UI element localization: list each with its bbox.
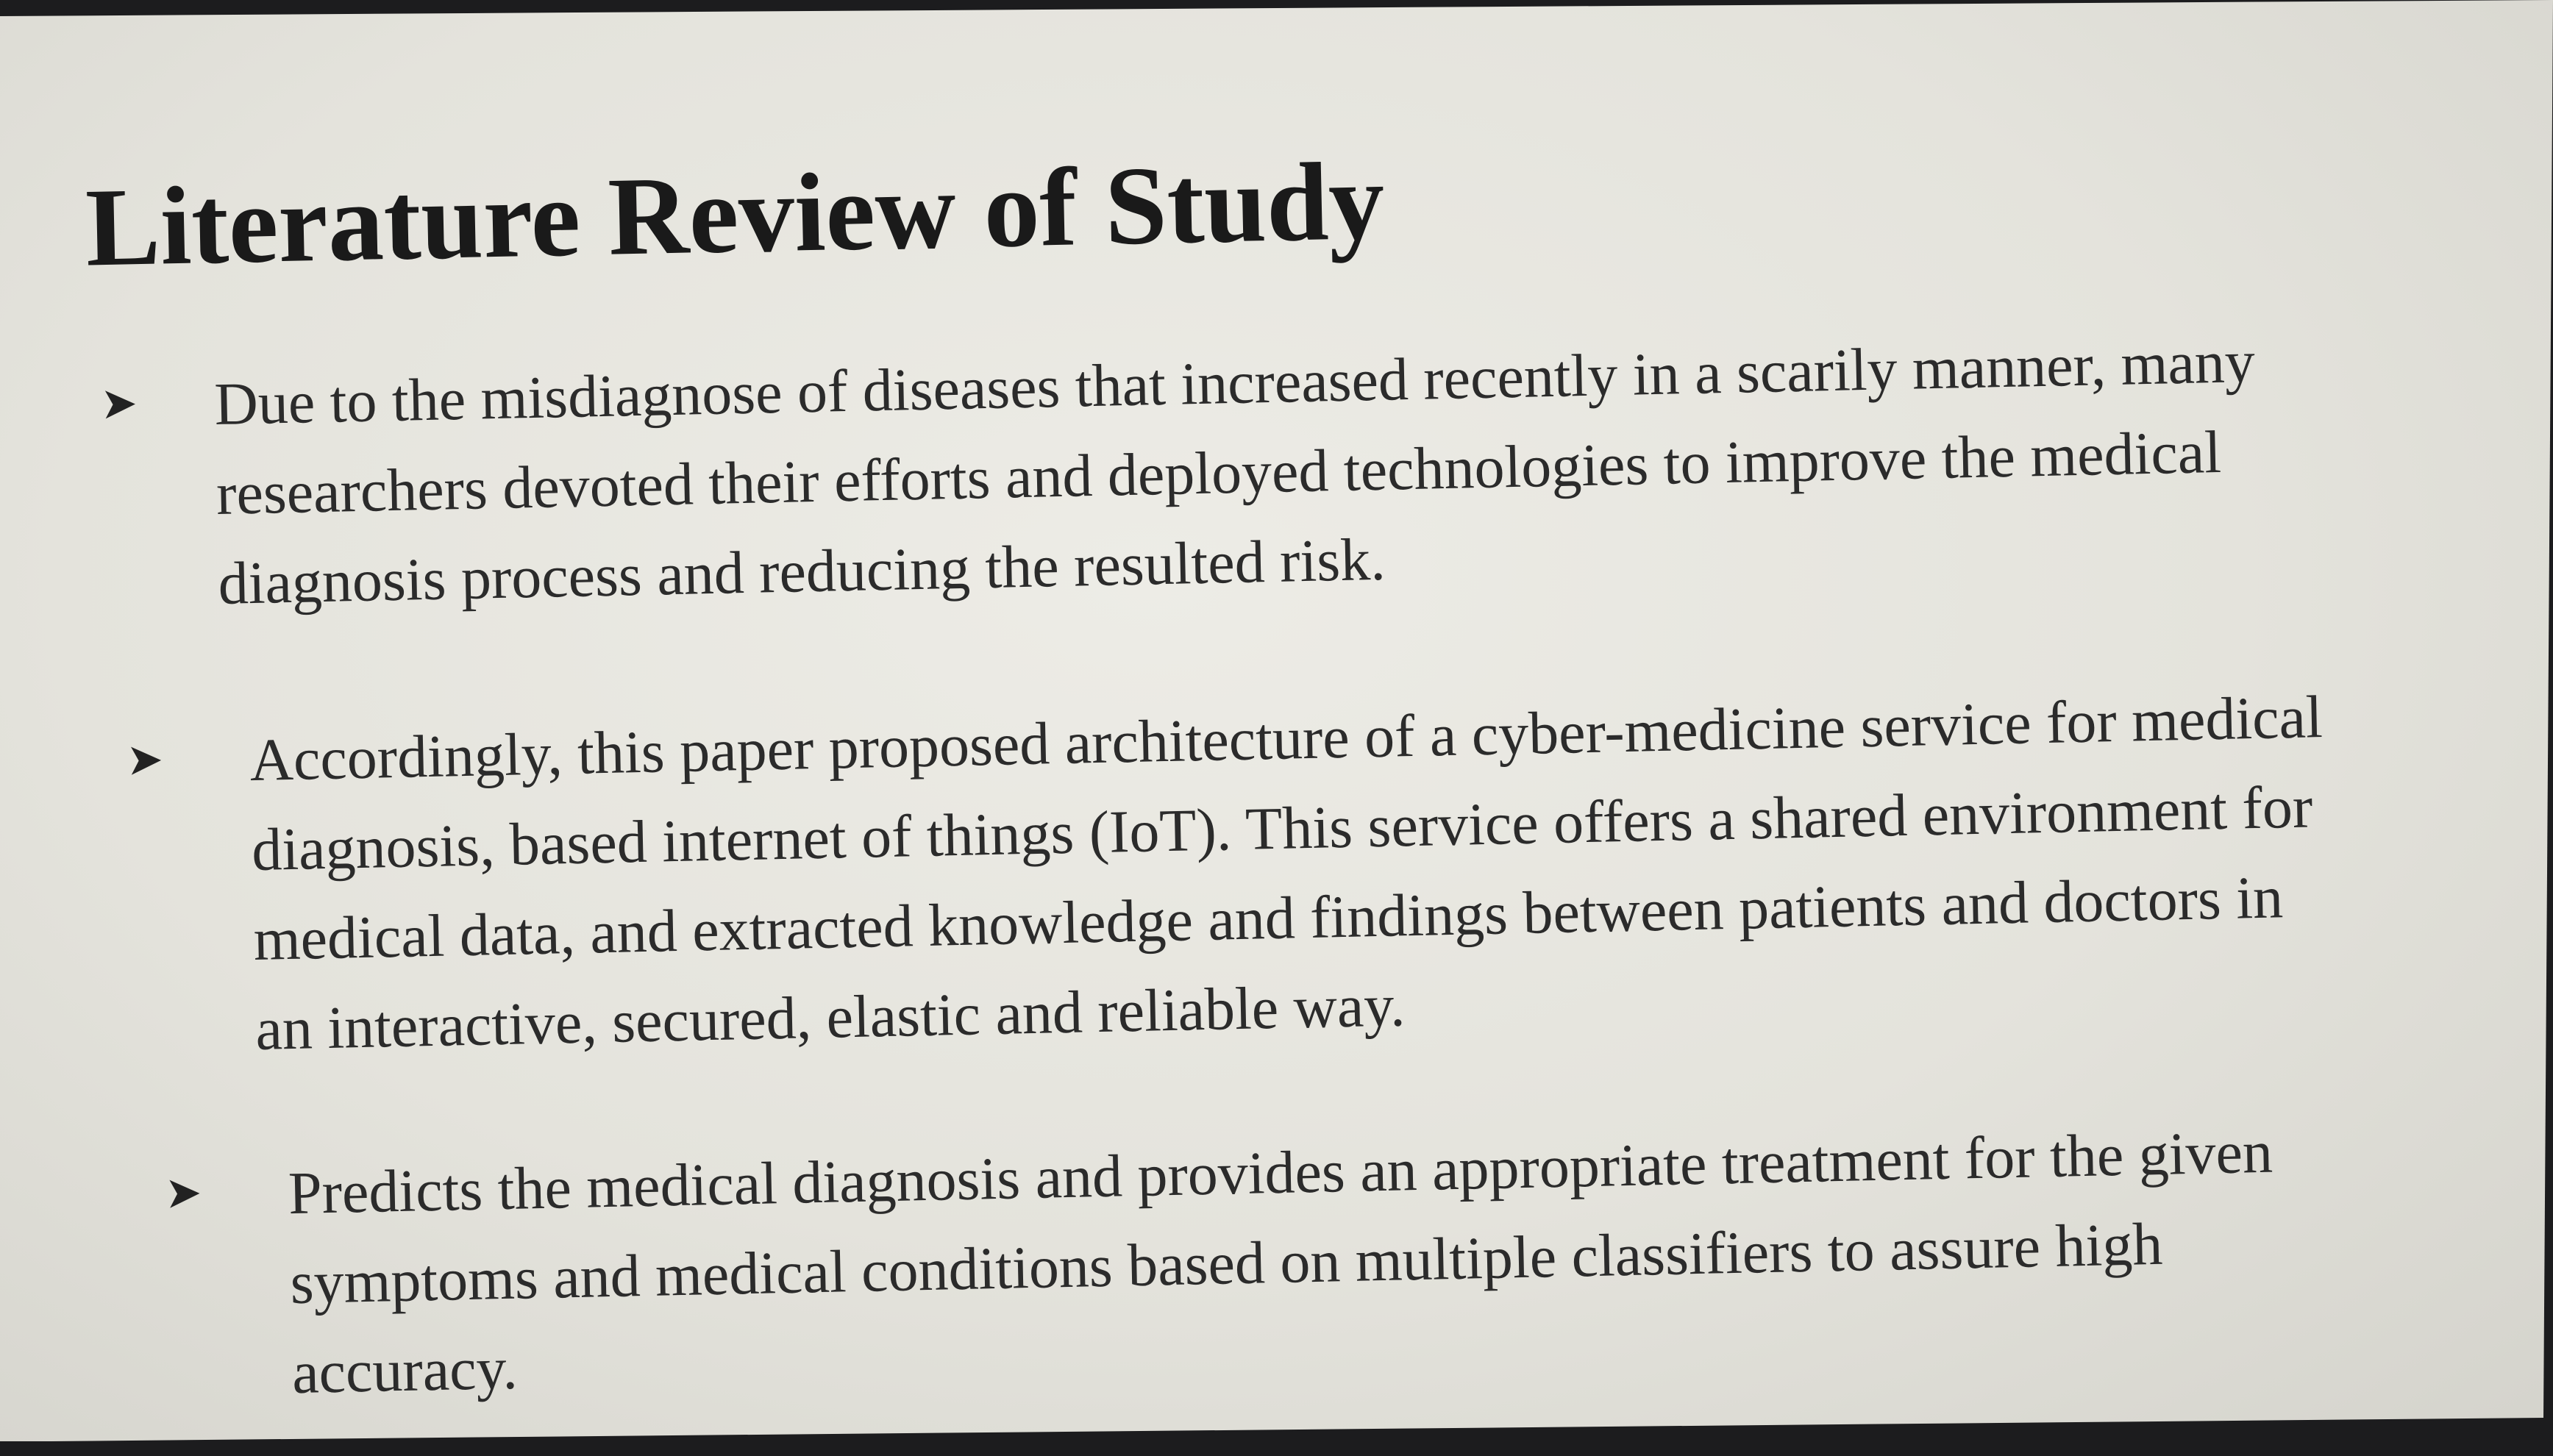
arrowhead-bullet-icon: ➤ — [99, 379, 138, 429]
bullet-text: Accordingly, this paper proposed archite… — [249, 672, 2329, 1074]
bullet-text: Due to the misdiagnose of diseases that … — [213, 317, 2260, 629]
arrowhead-bullet-icon: ➤ — [125, 735, 164, 785]
arrowhead-bullet-icon: ➤ — [164, 1168, 202, 1218]
slide: Literature Review of Study ➤ Due to the … — [0, 0, 2553, 1441]
bullet-text: Predicts the medical diagnosis and provi… — [288, 1107, 2277, 1418]
slide-content: Literature Review of Study ➤ Due to the … — [0, 0, 2553, 1441]
slide-title: Literature Review of Study — [84, 138, 1386, 290]
